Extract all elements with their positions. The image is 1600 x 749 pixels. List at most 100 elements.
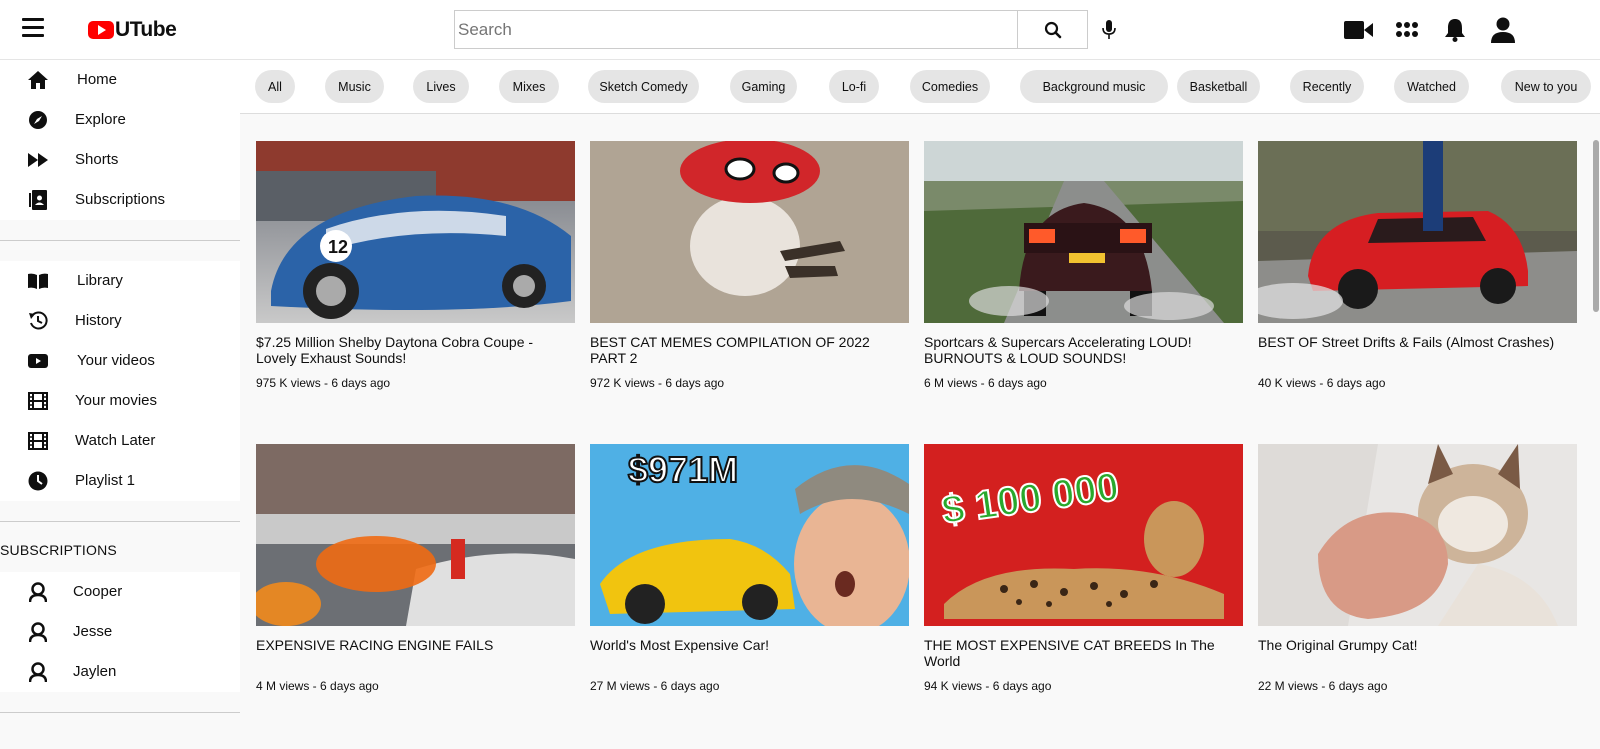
video-card[interactable]: $ 100 000 THE MOST EXPENSIVE CAT BREEDS … xyxy=(924,444,1243,693)
sidebar-item-label: Shorts xyxy=(75,151,119,168)
video-card[interactable]: The Original Grumpy Cat! 22 M views - 6 … xyxy=(1258,444,1577,693)
home-icon xyxy=(27,70,49,90)
video-title[interactable]: Sportcars & Supercars Accelerating LOUD!… xyxy=(924,334,1243,368)
compass-icon xyxy=(27,110,49,130)
notifications-bell-icon[interactable] xyxy=(1439,14,1471,46)
video-title[interactable]: The Original Grumpy Cat! xyxy=(1258,637,1577,671)
sidebar-item-channel-cooper[interactable]: Cooper xyxy=(0,572,240,612)
page-scrollbar[interactable] xyxy=(1593,140,1599,312)
sidebar-item-playlist-1[interactable]: Playlist 1 xyxy=(0,461,240,501)
video-meta: 22 M views - 6 days ago xyxy=(1258,679,1388,693)
video-card[interactable]: 12 $7.25 Million Shelby Daytona Cobra Co… xyxy=(256,141,575,390)
sidebar-divider xyxy=(0,712,240,713)
sidebar-item-library[interactable]: Library xyxy=(0,261,240,301)
video-title[interactable]: THE MOST EXPENSIVE CAT BREEDS In The Wor… xyxy=(924,637,1243,671)
chip-basketball[interactable]: Basketball xyxy=(1177,70,1260,103)
video-card[interactable]: BEST OF Street Drifts & Fails (Almost Cr… xyxy=(1258,141,1577,390)
sidebar-item-history[interactable]: History xyxy=(0,301,240,341)
chip-gaming[interactable]: Gaming xyxy=(730,70,797,103)
logo-text: UTube xyxy=(115,18,177,41)
search-button[interactable] xyxy=(1017,10,1088,49)
video-thumbnail[interactable] xyxy=(256,444,575,626)
video-thumbnail[interactable]: $ 100 000 xyxy=(924,444,1243,626)
sidebar-item-subscriptions[interactable]: Subscriptions xyxy=(0,180,240,220)
chip-recently[interactable]: Recently xyxy=(1290,70,1364,103)
channel-icon xyxy=(27,662,49,682)
chip-sketch-comedy[interactable]: Sketch Comedy xyxy=(588,70,699,103)
subscriptions-icon xyxy=(27,190,49,210)
chip-mixes[interactable]: Mixes xyxy=(499,70,559,103)
sidebar-item-label: Explore xyxy=(75,111,126,128)
video-thumbnail[interactable] xyxy=(590,141,909,323)
sidebar-main-group: Home Explore Shorts Subscriptions xyxy=(0,60,240,220)
chip-lives[interactable]: Lives xyxy=(413,70,469,103)
sidebar-item-label: Watch Later xyxy=(75,432,156,449)
channel-icon xyxy=(27,582,49,602)
logo[interactable]: UTube xyxy=(88,18,177,42)
video-meta: 972 K views - 6 days ago xyxy=(590,376,725,390)
video-thumbnail[interactable]: 12 xyxy=(256,141,575,323)
sidebar-item-home[interactable]: Home xyxy=(0,60,240,100)
top-bar: UTube xyxy=(0,0,1600,60)
video-grid: 12 $7.25 Million Shelby Daytona Cobra Co… xyxy=(240,114,1585,749)
mic-button[interactable] xyxy=(1098,18,1120,42)
chip-watched[interactable]: Watched xyxy=(1394,70,1469,103)
video-meta: 27 M views - 6 days ago xyxy=(590,679,720,693)
video-meta: 975 K views - 6 days ago xyxy=(256,376,391,390)
film-icon xyxy=(27,431,49,451)
channel-icon xyxy=(27,622,49,642)
history-icon xyxy=(27,311,49,331)
chip-all[interactable]: All xyxy=(255,70,295,103)
sidebar-item-your-videos[interactable]: Your videos xyxy=(0,341,240,381)
clock-icon xyxy=(27,471,49,491)
filter-chips-bar: All Music Lives Mixes Sketch Comedy Gami… xyxy=(240,60,1600,114)
sidebar-item-channel-jesse[interactable]: Jesse xyxy=(0,612,240,652)
video-title[interactable]: BEST OF Street Drifts & Fails (Almost Cr… xyxy=(1258,334,1577,368)
chip-lo-fi[interactable]: Lo-fi xyxy=(829,70,879,103)
sidebar-item-label: Playlist 1 xyxy=(75,472,136,489)
sidebar-item-explore[interactable]: Explore xyxy=(0,100,240,140)
sidebar-item-label: Home xyxy=(77,71,118,88)
search-input[interactable] xyxy=(454,10,1018,49)
video-title[interactable]: World's Most Expensive Car! xyxy=(590,637,909,671)
video-card[interactable]: Sportcars & Supercars Accelerating LOUD!… xyxy=(924,141,1243,390)
video-thumbnail[interactable]: $971M xyxy=(590,444,909,626)
chip-comedies[interactable]: Comedies xyxy=(910,70,990,103)
video-card[interactable]: $971M World's Most Expensive Car! 27 M v… xyxy=(590,444,909,693)
sidebar-item-label: History xyxy=(75,312,122,329)
video-thumbnail[interactable] xyxy=(1258,444,1577,626)
your-videos-icon xyxy=(27,351,49,371)
video-meta: 40 K views - 6 days ago xyxy=(1258,376,1386,390)
video-meta: 6 M views - 6 days ago xyxy=(924,376,1047,390)
play-logo-icon xyxy=(88,21,114,39)
sidebar: Home Explore Shorts Subscriptions Librar… xyxy=(0,60,240,749)
sidebar-library-group: Library History Your videos Your movies … xyxy=(0,261,240,501)
sidebar-subscriptions-group: Cooper Jesse Jaylen xyxy=(0,572,240,692)
account-avatar-icon[interactable] xyxy=(1487,14,1519,46)
apps-grid-icon[interactable] xyxy=(1391,14,1423,46)
create-video-icon[interactable] xyxy=(1343,14,1375,46)
chip-background-music[interactable]: Background music xyxy=(1020,70,1168,103)
video-title[interactable]: BEST CAT MEMES COMPILATION OF 2022 PART … xyxy=(590,334,909,368)
video-meta: 94 K views - 6 days ago xyxy=(924,679,1052,693)
sidebar-item-watch-later[interactable]: Watch Later xyxy=(0,421,240,461)
sidebar-item-label: Jesse xyxy=(73,623,113,640)
sidebar-divider xyxy=(0,240,240,241)
video-thumbnail[interactable] xyxy=(924,141,1243,323)
sidebar-item-label: Library xyxy=(77,272,123,289)
video-title[interactable]: $7.25 Million Shelby Daytona Cobra Coupe… xyxy=(256,334,575,368)
sidebar-divider xyxy=(0,521,240,522)
library-icon xyxy=(27,271,49,291)
menu-icon[interactable] xyxy=(22,18,44,38)
video-title[interactable]: EXPENSIVE RACING ENGINE FAILS xyxy=(256,637,575,671)
sidebar-item-your-movies[interactable]: Your movies xyxy=(0,381,240,421)
chip-music[interactable]: Music xyxy=(325,70,384,103)
video-meta: 4 M views - 6 days ago xyxy=(256,679,379,693)
chip-new-to-you[interactable]: New to you xyxy=(1501,70,1591,103)
subscriptions-header: SUBSCRIPTIONS xyxy=(0,542,117,558)
video-card[interactable]: BEST CAT MEMES COMPILATION OF 2022 PART … xyxy=(590,141,909,390)
sidebar-item-channel-jaylen[interactable]: Jaylen xyxy=(0,652,240,692)
sidebar-item-shorts[interactable]: Shorts xyxy=(0,140,240,180)
video-thumbnail[interactable] xyxy=(1258,141,1577,323)
video-card[interactable]: EXPENSIVE RACING ENGINE FAILS 4 M views … xyxy=(256,444,575,693)
